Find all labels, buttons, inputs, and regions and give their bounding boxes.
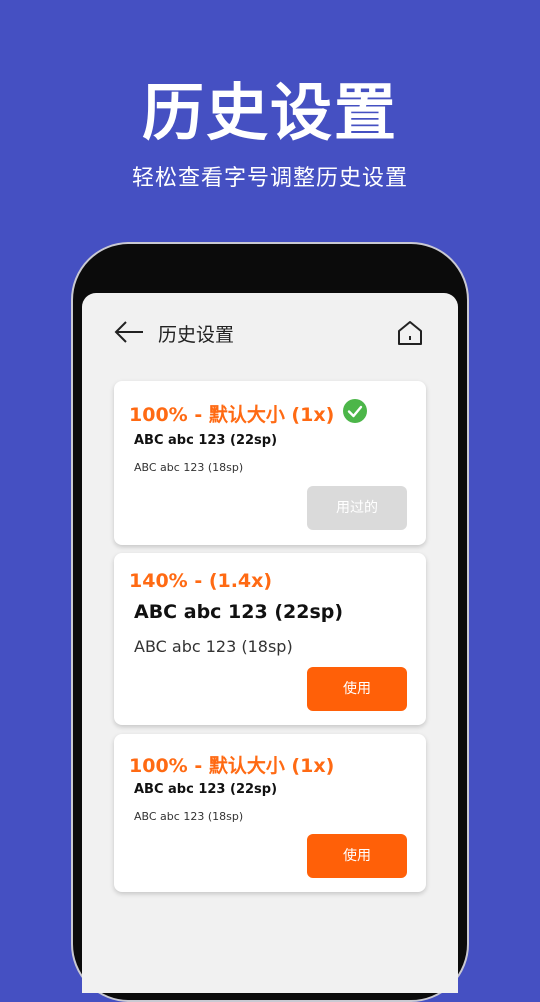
phone-screen: 历史设置 100% - 默认大小 (1x) ABC abc 123 (22sp)… — [82, 293, 458, 993]
use-button[interactable]: 使用 — [307, 667, 407, 711]
card-scale-heading: 100% - 默认大小 (1x) — [129, 404, 335, 426]
use-button[interactable]: 使用 — [307, 834, 407, 878]
history-card: 140% - (1.4x) ABC abc 123 (22sp) ABC abc… — [114, 553, 426, 725]
history-card: 100% - 默认大小 (1x) ABC abc 123 (22sp) ABC … — [114, 381, 426, 545]
card-scale-heading: 100% - 默认大小 (1x) — [129, 755, 335, 777]
page-title: 历史设置 — [158, 324, 235, 346]
home-icon[interactable] — [396, 319, 424, 347]
sample-text-large: ABC abc 123 (22sp) — [134, 433, 278, 448]
sample-text-large: ABC abc 123 (22sp) — [134, 601, 344, 623]
sample-text-small: ABC abc 123 (18sp) — [134, 637, 293, 656]
history-card: 100% - 默认大小 (1x) ABC abc 123 (22sp) ABC … — [114, 734, 426, 892]
sample-text-small: ABC abc 123 (18sp) — [134, 810, 244, 823]
top-bar: 历史设置 — [82, 293, 458, 373]
hero-title: 历史设置 — [141, 76, 398, 149]
card-scale-heading: 140% - (1.4x) — [129, 570, 273, 592]
hero-subtitle: 轻松查看字号调整历史设置 — [131, 166, 408, 191]
sample-text-small: ABC abc 123 (18sp) — [134, 461, 244, 474]
used-button[interactable]: 用过的 — [307, 486, 407, 530]
check-circle-icon — [343, 399, 367, 423]
sample-text-large: ABC abc 123 (22sp) — [134, 782, 278, 797]
arrow-left-icon[interactable] — [114, 319, 144, 345]
